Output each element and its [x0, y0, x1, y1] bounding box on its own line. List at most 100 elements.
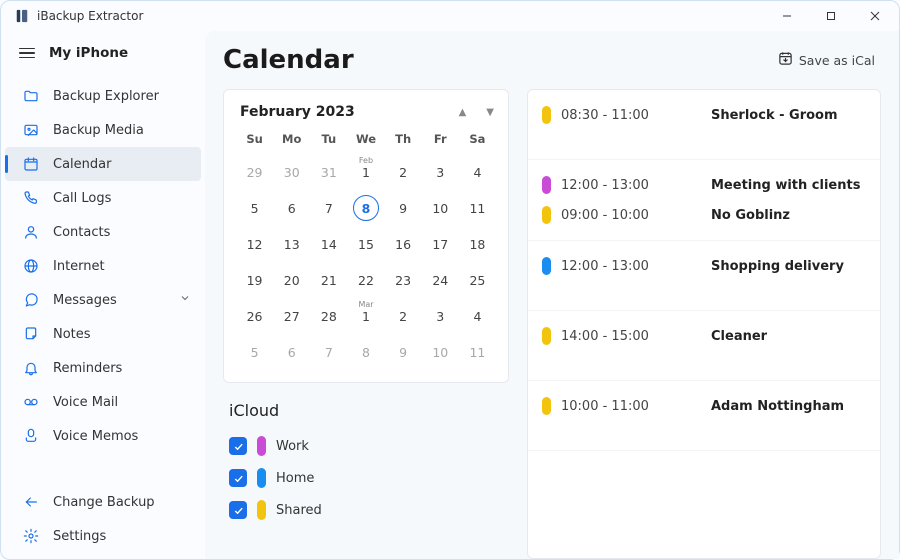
event-row[interactable]: 12:00 - 13:00Meeting with clients [528, 170, 880, 200]
event-day-block: 12:00 - 13:00Meeting with clients09:00 -… [528, 160, 880, 241]
calendar-color-pill [257, 436, 266, 456]
event-row[interactable]: 12:00 - 13:00Shopping delivery [528, 251, 880, 281]
sidebar-item-internet[interactable]: Internet [5, 249, 201, 283]
calendar-day-cell[interactable]: 6 [273, 334, 310, 370]
calendar-day-number: 3 [436, 165, 444, 180]
calendar-day-cell[interactable]: 28 [310, 298, 347, 334]
window-close-button[interactable] [853, 2, 897, 30]
chevron-down-icon [179, 292, 191, 308]
event-row[interactable]: 08:30 - 11:00Sherlock - Groom [528, 100, 880, 130]
calendar-day-cell[interactable]: 6 [273, 190, 310, 226]
calendar-next-button[interactable]: ▼ [486, 107, 494, 118]
calendar-day-cell[interactable]: Feb1 [347, 154, 384, 190]
calendar-day-cell[interactable]: 10 [422, 190, 459, 226]
calendar-day-number: 10 [432, 201, 448, 216]
sidebar-item-calendar[interactable]: Calendar [5, 147, 201, 181]
calendar-day-cell[interactable]: Mar1 [347, 298, 384, 334]
calendar-day-cell[interactable]: 30 [273, 154, 310, 190]
sidebar-item-backup-explorer[interactable]: Backup Explorer [5, 79, 201, 113]
calendar-day-cell[interactable]: 3 [422, 298, 459, 334]
sidebar-item-backup-media[interactable]: Backup Media [5, 113, 201, 147]
note-icon [23, 326, 39, 342]
sidebar-item-label: Contacts [53, 225, 110, 240]
event-row[interactable]: 14:00 - 15:00Cleaner [528, 321, 880, 351]
calendar-day-cell[interactable]: 3 [422, 154, 459, 190]
checkbox-icon [229, 501, 247, 519]
calendar-prev-button[interactable]: ▲ [459, 107, 467, 118]
sidebar-item-change-backup[interactable]: Change Backup [5, 485, 201, 519]
calendar-day-number: 9 [399, 201, 407, 216]
sidebar-nav: Backup Explorer Backup Media Calendar Call … [1, 79, 205, 485]
calendar-day-cell[interactable]: 18 [459, 226, 496, 262]
calendar-day-number: 16 [395, 237, 411, 252]
calendar-day-cell[interactable]: 24 [422, 262, 459, 298]
sidebar-item-contacts[interactable]: Contacts [5, 215, 201, 249]
sidebar-item-messages[interactable]: Messages [5, 283, 201, 317]
event-day-block: 10:00 - 11:00Adam Nottingham [528, 381, 880, 451]
calendar-day-cell[interactable]: 5 [236, 190, 273, 226]
window-maximize-button[interactable] [809, 2, 853, 30]
sidebar-item-voice-mail[interactable]: Voice Mail [5, 385, 201, 419]
calendar-day-cell[interactable]: 23 [385, 262, 422, 298]
calendar-day-cell[interactable]: 5 [236, 334, 273, 370]
chat-icon [23, 292, 39, 308]
event-row[interactable]: 10:00 - 11:00Adam Nottingham [528, 391, 880, 421]
calendar-day-cell[interactable]: 2 [385, 298, 422, 334]
sidebar-item-voice-memos[interactable]: Voice Memos [5, 419, 201, 453]
sidebar-item-label: Backup Explorer [53, 89, 159, 104]
sidebar-item-reminders[interactable]: Reminders [5, 351, 201, 385]
hamburger-icon[interactable] [19, 48, 35, 59]
calendar-day-cell[interactable]: 31 [310, 154, 347, 190]
calendar-day-cell[interactable]: 22 [347, 262, 384, 298]
calendar-dow: Tu [310, 132, 347, 154]
sidebar-item-notes[interactable]: Notes [5, 317, 201, 351]
calendar-day-cell[interactable]: 4 [459, 154, 496, 190]
calendar-day-cell[interactable]: 9 [385, 190, 422, 226]
save-label: Save as iCal [799, 53, 875, 68]
titlebar: iBackup Extractor [1, 1, 899, 31]
calendar-day-cell[interactable]: 10 [422, 334, 459, 370]
calendar-day-cell[interactable]: 13 [273, 226, 310, 262]
calendar-toggle-home[interactable]: Home [229, 462, 503, 494]
calendar-day-cell[interactable]: 14 [310, 226, 347, 262]
calendar-day-cell[interactable]: 7 [310, 190, 347, 226]
calendar-day-cell[interactable]: 15 [347, 226, 384, 262]
sidebar: My iPhone Backup ExplorerBackup MediaCal… [1, 31, 205, 559]
calendar-day-number: 18 [469, 237, 485, 252]
calendar-name: Work [276, 439, 309, 454]
calendar-day-cell[interactable]: 2 [385, 154, 422, 190]
calendar-day-cell[interactable]: 29 [236, 154, 273, 190]
calendar-day-cell[interactable]: 7 [310, 334, 347, 370]
window-minimize-button[interactable] [765, 2, 809, 30]
sidebar-item-settings[interactable]: Settings [5, 519, 201, 553]
calendar-day-cell[interactable]: 25 [459, 262, 496, 298]
calendar-day-cell[interactable]: 11 [459, 190, 496, 226]
app-title: iBackup Extractor [37, 9, 143, 23]
save-as-ical-button[interactable]: Save as iCal [772, 47, 881, 73]
calendar-day-number: 26 [247, 309, 263, 324]
calendar-day-cell[interactable]: 17 [422, 226, 459, 262]
calendar-day-cell[interactable]: 16 [385, 226, 422, 262]
calendar-day-cell[interactable]: 8 [347, 190, 384, 226]
calendar-day-cell[interactable]: 9 [385, 334, 422, 370]
calendar-day-cell[interactable]: 8 [347, 334, 384, 370]
calendar-day-number: 4 [473, 309, 481, 324]
events-list[interactable]: 08:30 - 11:00Sherlock - Groom 12:00 - 13:… [527, 89, 881, 559]
calendar-day-number: 13 [284, 237, 300, 252]
calendar-day-number: 6 [288, 201, 296, 216]
calendar-day-cell[interactable]: 20 [273, 262, 310, 298]
calendar-day-cell[interactable]: 21 [310, 262, 347, 298]
calendar-toggle-shared[interactable]: Shared [229, 494, 503, 526]
calendar-day-cell[interactable]: 27 [273, 298, 310, 334]
event-row[interactable]: 09:00 - 10:00No Goblinz [528, 200, 880, 230]
sidebar-item-call-logs[interactable]: Call Logs [5, 181, 201, 215]
calendar-day-cell[interactable]: 19 [236, 262, 273, 298]
sidebar-item-label: Calendar [53, 157, 111, 172]
event-color-pill [542, 257, 551, 275]
calendar-day-cell[interactable]: 4 [459, 298, 496, 334]
event-color-pill [542, 397, 551, 415]
calendar-day-cell[interactable]: 12 [236, 226, 273, 262]
calendar-toggle-work[interactable]: Work [229, 430, 503, 462]
calendar-day-cell[interactable]: 11 [459, 334, 496, 370]
calendar-day-cell[interactable]: 26 [236, 298, 273, 334]
